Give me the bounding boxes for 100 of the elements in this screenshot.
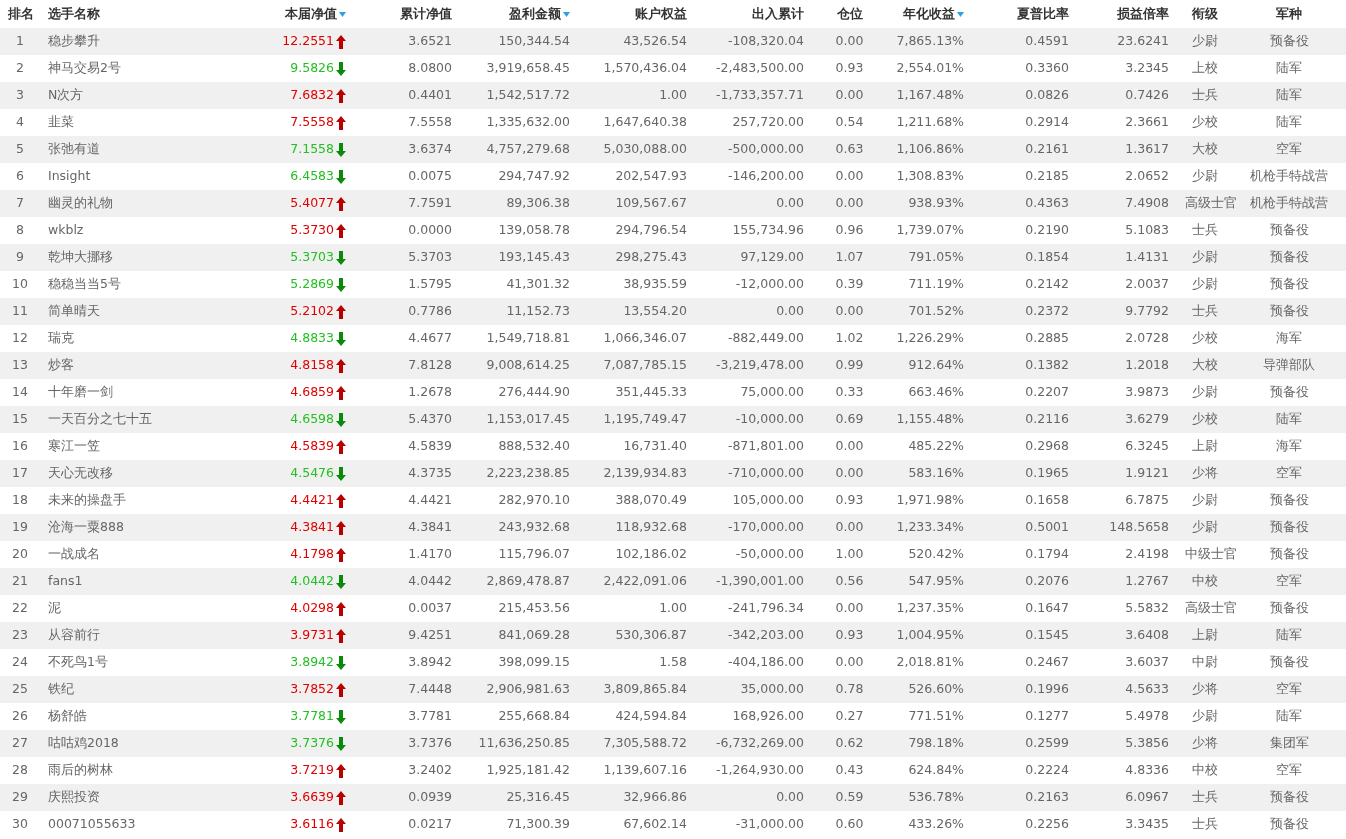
pl-ratio-cell: 4.8336 — [1125, 762, 1169, 778]
branch-cell: 预备役 — [1269, 222, 1309, 238]
net-value-cell: 7.1558 — [290, 140, 334, 159]
cumulative-net-value-cell: 3.6521 — [408, 33, 452, 49]
annual-return-cell: 7,865.13% — [896, 33, 964, 49]
title-cell: 少尉 — [1191, 384, 1218, 400]
sharpe-cell: 0.1996 — [1025, 681, 1069, 697]
column-header: 出入累计 — [752, 5, 804, 21]
player-name-cell: 00071055633 — [48, 816, 136, 832]
title-cell: 大校 — [1191, 141, 1218, 157]
up-arrow-icon — [336, 520, 346, 535]
sort-icon[interactable] — [563, 11, 570, 17]
player-name-cell: 寒江一笠 — [48, 438, 100, 454]
flow-cell: 168,926.00 — [732, 708, 804, 724]
equity-cell: 7,305,588.72 — [603, 735, 687, 751]
player-name-cell: Insight — [48, 168, 91, 184]
position-cell: 0.69 — [835, 411, 864, 427]
sharpe-cell: 0.2163 — [1025, 789, 1069, 805]
cumulative-net-value-cell: 3.2402 — [408, 762, 452, 778]
rank-cell: 15 — [12, 411, 28, 427]
rank-cell: 2 — [16, 60, 24, 76]
player-name-cell: 简单晴天 — [48, 303, 100, 319]
net-value-cell: 7.6832 — [290, 86, 334, 105]
down-arrow-icon — [336, 412, 346, 427]
title-cell: 士兵 — [1191, 87, 1218, 103]
rank-cell: 29 — [12, 789, 28, 805]
sharpe-cell: 0.2968 — [1025, 438, 1069, 454]
player-name-cell: 一天百分之七十五 — [48, 411, 152, 427]
profit-cell: 41,301.32 — [506, 276, 570, 292]
flow-cell: -710,000.00 — [727, 465, 804, 481]
up-arrow-icon — [336, 115, 346, 130]
equity-cell: 32,966.86 — [623, 789, 687, 805]
net-value-cell: 4.3841 — [290, 518, 334, 537]
column-header: 账户权益 — [635, 5, 687, 21]
position-cell: 0.00 — [835, 33, 864, 49]
net-value-cell: 9.5826 — [290, 59, 334, 78]
column-header[interactable]: 年化收益 — [903, 5, 955, 21]
column-header[interactable]: 盈利金额 — [509, 5, 561, 21]
sort-icon[interactable] — [339, 11, 346, 17]
pl-ratio-cell: 3.6408 — [1125, 627, 1169, 643]
column-header: 累计净值 — [400, 5, 452, 21]
player-name-cell: 稳步攀升 — [48, 33, 100, 49]
equity-cell: 1,647,640.38 — [603, 114, 687, 130]
position-cell: 1.00 — [835, 546, 864, 562]
position-cell: 0.27 — [835, 708, 864, 724]
equity-cell: 424,594.84 — [615, 708, 687, 724]
title-cell: 中级士官 — [1185, 546, 1237, 562]
up-arrow-icon — [336, 223, 346, 238]
cumulative-net-value-cell: 4.4421 — [408, 492, 452, 508]
pl-ratio-cell: 4.5633 — [1125, 681, 1169, 697]
pl-ratio-cell: 1.3617 — [1125, 141, 1169, 157]
sharpe-cell: 0.2185 — [1025, 168, 1069, 184]
annual-return-cell: 2,018.81% — [896, 654, 964, 670]
branch-cell: 预备役 — [1269, 816, 1309, 832]
equity-cell: 1.00 — [659, 600, 687, 616]
branch-cell: 预备役 — [1269, 519, 1309, 535]
position-cell: 0.93 — [835, 492, 864, 508]
up-arrow-icon — [336, 88, 346, 103]
profit-cell: 1,925,181.42 — [486, 762, 570, 778]
sharpe-cell: 0.2161 — [1025, 141, 1069, 157]
rank-cell: 18 — [12, 492, 28, 508]
up-arrow-icon — [336, 628, 346, 643]
flow-cell: -50,000.00 — [735, 546, 804, 562]
profit-cell: 11,152.73 — [506, 303, 570, 319]
branch-cell: 空军 — [1276, 141, 1302, 157]
profit-cell: 11,636,250.85 — [478, 735, 570, 751]
player-name-cell: 稳稳当当5号 — [48, 276, 121, 292]
sort-icon[interactable] — [957, 11, 964, 17]
position-cell: 1.07 — [835, 249, 864, 265]
flow-cell: -1,390,001.00 — [716, 573, 804, 589]
equity-cell: 13,554.20 — [623, 303, 687, 319]
equity-cell: 1,195,749.47 — [603, 411, 687, 427]
sharpe-cell: 0.2914 — [1025, 114, 1069, 130]
up-arrow-icon — [336, 817, 346, 832]
rank-cell: 17 — [12, 465, 28, 481]
profit-cell: 888,532.40 — [498, 438, 570, 454]
profit-cell: 1,153,017.45 — [486, 411, 570, 427]
cumulative-net-value-cell: 4.5839 — [408, 438, 452, 454]
up-arrow-icon — [336, 682, 346, 697]
title-cell: 少将 — [1191, 465, 1218, 481]
net-value-cell: 3.7376 — [290, 734, 334, 753]
rank-cell: 24 — [12, 654, 28, 670]
column-header: 排名 — [8, 5, 34, 21]
equity-cell: 1.58 — [659, 654, 687, 670]
profit-cell: 139,058.78 — [498, 222, 570, 238]
flow-cell: -31,000.00 — [735, 816, 804, 832]
equity-cell: 202,547.93 — [615, 168, 687, 184]
sharpe-cell: 0.4591 — [1025, 33, 1069, 49]
branch-cell: 预备役 — [1269, 654, 1309, 670]
position-cell: 0.00 — [835, 519, 864, 535]
column-header[interactable]: 本届净值 — [285, 5, 337, 21]
sharpe-cell: 0.2190 — [1025, 222, 1069, 238]
cumulative-net-value-cell: 0.0939 — [408, 789, 452, 805]
player-name-cell: 杨舒皓 — [48, 708, 87, 724]
net-value-cell: 4.8833 — [290, 329, 334, 348]
up-arrow-icon — [336, 790, 346, 805]
down-arrow-icon — [336, 736, 346, 751]
flow-cell: -2,483,500.00 — [716, 60, 804, 76]
profit-cell: 4,757,279.68 — [486, 141, 570, 157]
title-cell: 少尉 — [1191, 168, 1218, 184]
